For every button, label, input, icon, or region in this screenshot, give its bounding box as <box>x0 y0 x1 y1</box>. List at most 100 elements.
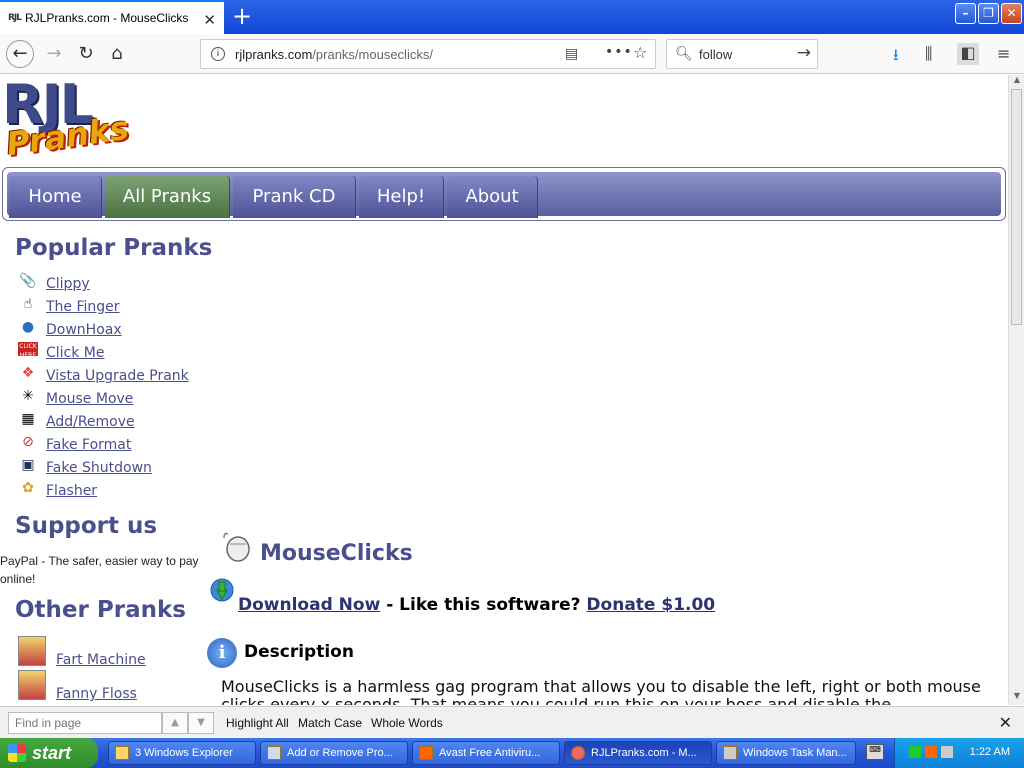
list-item[interactable]: ⊘ Fake Format <box>16 434 216 456</box>
sidebar-icon[interactable]: ◧ <box>957 43 979 65</box>
clock[interactable]: 1:22 AM <box>970 746 1010 758</box>
page-content: RJL Pranks Home All Pranks Prank CD Help… <box>0 75 1008 705</box>
description-text: MouseClicks is a harmless gag program th… <box>221 677 981 706</box>
taskbar-item[interactable]: Windows Task Man... <box>716 741 856 765</box>
reader-view-icon[interactable]: ▤ <box>565 46 578 62</box>
volume-icon[interactable] <box>941 746 953 758</box>
info-circle-icon: i <box>207 638 237 668</box>
site-logo[interactable]: RJL Pranks <box>2 75 131 163</box>
paypal-text: PayPal - The safer, easier way to pay on… <box>0 554 199 586</box>
list-item[interactable]: ☝ The Finger <box>16 296 216 318</box>
scroll-up-icon[interactable]: ▲ <box>1009 75 1024 89</box>
nav-all-pranks[interactable]: All Pranks <box>105 176 229 218</box>
nav-prank-cd[interactable]: Prank CD <box>233 176 355 218</box>
product-box-icon <box>18 636 46 666</box>
taskbar-item[interactable]: RJLPranks.com - M... <box>564 741 712 765</box>
description-heading: Description <box>244 642 354 662</box>
system-tray: 1:22 AM <box>894 738 1024 768</box>
list-item[interactable]: ✿ Flasher <box>16 480 216 502</box>
no-disk-icon: ⊘ <box>22 434 34 450</box>
other-pranks-heading: Other Pranks <box>15 597 186 623</box>
popular-pranks-heading: Popular Pranks <box>15 235 213 261</box>
url-bar[interactable]: i rjlpranks.com/pranks/mouseclicks/ ▤ ••… <box>200 39 656 69</box>
list-item[interactable]: ❖ Vista Upgrade Prank <box>16 365 216 387</box>
nav-help[interactable]: Help! <box>359 176 443 218</box>
product-box-icon <box>18 670 46 700</box>
list-item[interactable]: Fanny Floss <box>18 670 218 704</box>
firefox-icon <box>571 746 585 760</box>
close-tab-icon[interactable]: ✕ <box>203 11 216 29</box>
task-manager-icon <box>723 746 737 760</box>
download-line: Download Now - Like this software? Donat… <box>238 595 716 615</box>
search-input[interactable]: follow <box>699 47 732 62</box>
control-panel-icon <box>267 746 281 760</box>
highlight-all-toggle[interactable]: Highlight All <box>226 716 289 730</box>
list-item[interactable]: ▦ Add/Remove <box>16 411 216 433</box>
download-icon[interactable]: ⭳ <box>893 44 899 71</box>
minimize-button[interactable]: – <box>955 3 976 24</box>
taskbar-item[interactable]: Avast Free Antiviru... <box>412 741 560 765</box>
restore-button[interactable]: ❐ <box>978 3 999 24</box>
more-icon[interactable]: ••• <box>605 44 633 60</box>
list-item[interactable]: ✳ Mouse Move <box>16 388 216 410</box>
whole-words-toggle[interactable]: Whole Words <box>371 716 443 730</box>
taskbar-item[interactable]: Add or Remove Pro... <box>260 741 408 765</box>
nav-about[interactable]: About <box>447 176 537 218</box>
main-nav: Home All Pranks Prank CD Help! About <box>2 167 1006 221</box>
reload-icon[interactable]: ↻ <box>72 40 100 68</box>
url-text[interactable]: rjlpranks.com/pranks/mouseclicks/ <box>235 47 433 62</box>
download-now-link[interactable]: Download Now <box>238 595 380 615</box>
browser-tab[interactable]: RJL RJLPranks.com - MouseClicks ✕ <box>0 0 224 34</box>
close-icon[interactable]: ✕ <box>999 713 1012 732</box>
match-case-toggle[interactable]: Match Case <box>298 716 362 730</box>
tab-title: RJLPranks.com - MouseClicks <box>25 11 189 25</box>
mouse-icon <box>223 532 250 562</box>
bookmark-star-icon[interactable]: ☆ <box>633 43 647 62</box>
scroll-thumb[interactable] <box>1011 89 1022 325</box>
list-item[interactable]: ● DownHoax <box>16 319 216 341</box>
list-item[interactable]: CLICK HERE Click Me <box>16 342 216 364</box>
page-title: MouseClicks <box>260 541 413 566</box>
list-item[interactable]: Fart Machine <box>18 636 218 670</box>
start-button[interactable]: start <box>0 738 98 768</box>
info-icon[interactable]: i <box>211 47 225 61</box>
network-icon[interactable] <box>909 746 921 758</box>
keyboard-icon[interactable]: ⌨ <box>866 744 884 760</box>
list-item[interactable]: 📎 Clippy <box>16 273 216 295</box>
hamburger-menu-icon[interactable]: ≡ <box>997 44 1010 63</box>
favicon: RJL <box>8 13 22 23</box>
vertical-scrollbar[interactable]: ▲ ▼ <box>1008 75 1024 705</box>
avast-tray-icon[interactable] <box>925 746 937 758</box>
paperclip-icon: 📎 <box>19 273 37 289</box>
move-arrows-icon: ✳ <box>22 388 34 404</box>
back-icon[interactable]: ← <box>6 40 34 68</box>
library-icon[interactable]: ⫼ <box>925 44 932 64</box>
find-next-icon[interactable]: ▼ <box>188 712 214 734</box>
forward-icon[interactable]: → <box>40 40 68 68</box>
find-input[interactable] <box>8 712 162 734</box>
tab-strip: RJL RJLPranks.com - MouseClicks ✕ + – ❐ … <box>0 0 1024 34</box>
click-here-icon: CLICK HERE <box>18 342 38 359</box>
control-panel-icon: ▦ <box>21 411 35 427</box>
globe-icon: ● <box>21 319 35 335</box>
flasher-icon: ✿ <box>22 480 34 496</box>
home-icon[interactable]: ⌂ <box>103 40 131 68</box>
taskbar-item[interactable]: 3 Windows Explorer <box>108 741 256 765</box>
avast-icon <box>419 746 433 760</box>
computer-icon: ▣ <box>21 457 35 473</box>
donate-link[interactable]: Donate $1.00 <box>586 595 715 615</box>
window-controls: – ❐ ✕ <box>955 3 1022 24</box>
find-bar: ▲ ▼ Highlight All Match Case Whole Words… <box>0 706 1024 738</box>
list-item[interactable]: ▣ Fake Shutdown <box>16 457 216 479</box>
windows-flag-icon <box>8 744 26 762</box>
search-bar[interactable]: 🔍︎ follow → <box>666 39 818 69</box>
folder-icon <box>115 746 129 760</box>
nav-home[interactable]: Home <box>9 176 101 218</box>
new-tab-button[interactable]: + <box>228 2 256 30</box>
scroll-down-icon[interactable]: ▼ <box>1009 691 1024 705</box>
support-heading: Support us <box>15 513 158 539</box>
search-go-icon[interactable]: → <box>797 43 811 63</box>
navigation-toolbar: ← → ↻ ⌂ i rjlpranks.com/pranks/mouseclic… <box>0 34 1024 74</box>
close-window-button[interactable]: ✕ <box>1001 3 1022 24</box>
find-previous-icon[interactable]: ▲ <box>162 712 188 734</box>
